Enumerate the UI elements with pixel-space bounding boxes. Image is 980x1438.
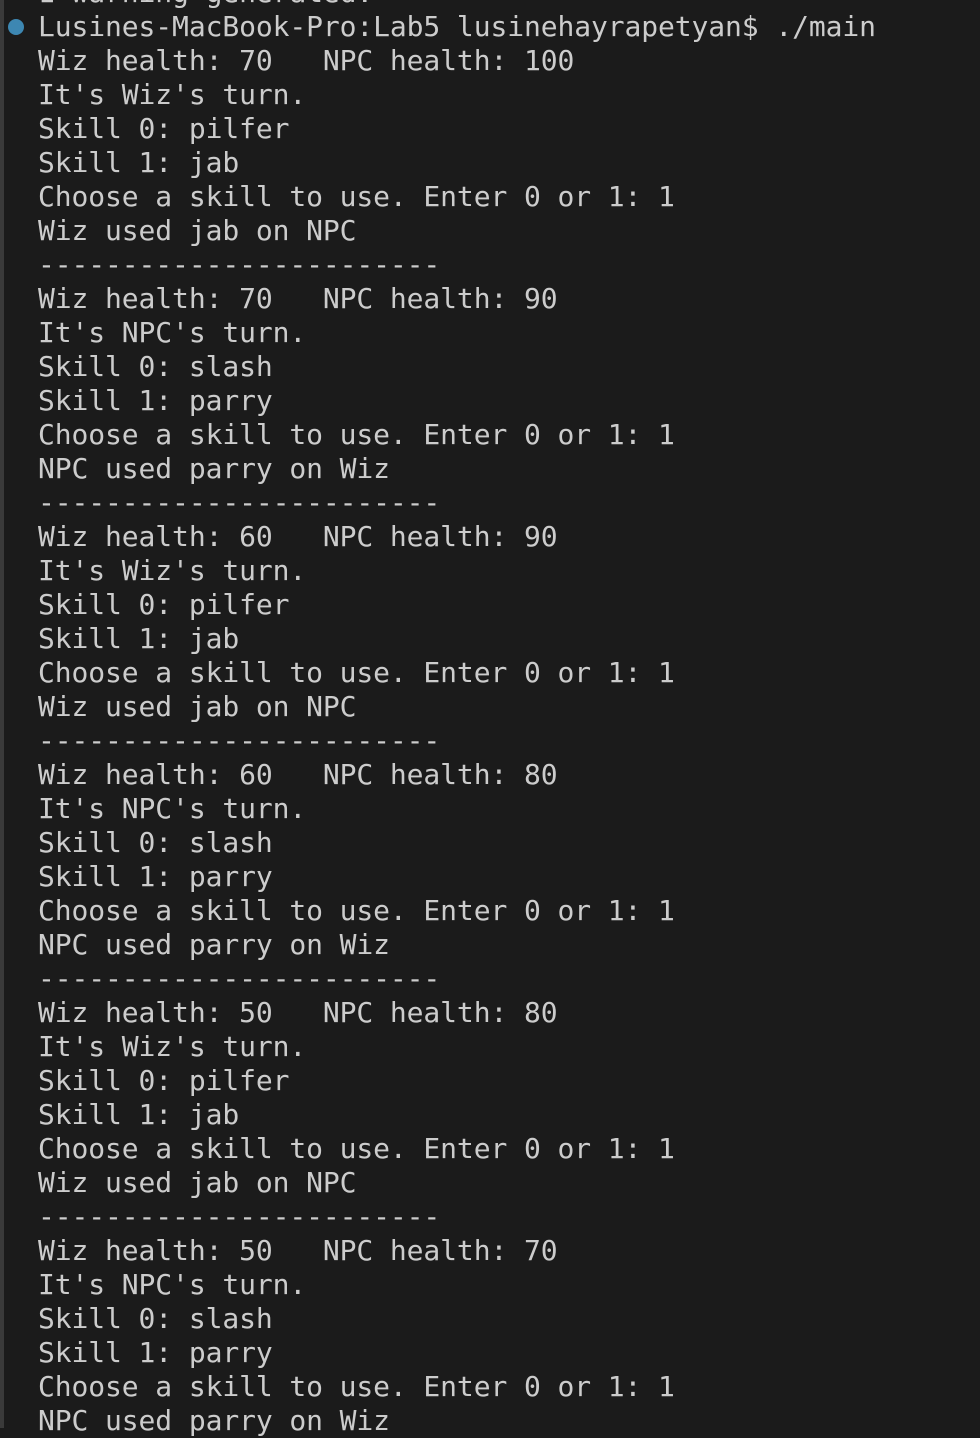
output-line: Wiz health: 70 NPC health: 100 xyxy=(38,44,876,78)
line-text: Wiz health: 70 NPC health: 100 xyxy=(38,44,575,77)
line-text: It's NPC's turn. xyxy=(38,316,307,349)
line-text: Wiz used jab on NPC xyxy=(38,214,357,247)
line-text: Skill 1: jab xyxy=(38,146,240,179)
output-line: Wiz health: 60 NPC health: 90 xyxy=(38,520,876,554)
output-line: Skill 1: jab xyxy=(38,146,876,180)
output-line: Choose a skill to use. Enter 0 or 1: 1 xyxy=(38,1132,876,1166)
line-text: Skill 1: jab xyxy=(38,1098,240,1131)
output-line: Choose a skill to use. Enter 0 or 1: 1 xyxy=(38,656,876,690)
line-text: Skill 1: parry xyxy=(38,384,273,417)
output-line: Wiz health: 60 NPC health: 80 xyxy=(38,758,876,792)
separator-line: ------------------------ xyxy=(38,724,876,758)
output-line: NPC used parry on Wiz xyxy=(38,928,876,962)
output-line: Wiz used jab on NPC xyxy=(38,214,876,248)
output-line: Choose a skill to use. Enter 0 or 1: 1 xyxy=(38,1370,876,1404)
line-text: Choose a skill to use. Enter 0 or 1: 1 xyxy=(38,1370,675,1403)
separator-line: ------------------------ xyxy=(38,486,876,520)
output-line: Choose a skill to use. Enter 0 or 1: 1 xyxy=(38,418,876,452)
output-line: Skill 0: slash xyxy=(38,826,876,860)
output-line: Skill 0: pilfer xyxy=(38,112,876,146)
line-text: ------------------------ xyxy=(38,724,441,757)
line-text: Skill 0: slash xyxy=(38,1302,273,1335)
line-text: Lusines-MacBook-Pro:Lab5 lusinehayrapety… xyxy=(38,10,876,43)
output-line: Skill 0: pilfer xyxy=(38,588,876,622)
line-text: Choose a skill to use. Enter 0 or 1: 1 xyxy=(38,656,675,689)
line-text: NPC used parry on Wiz xyxy=(38,928,390,961)
line-text: ------------------------ xyxy=(38,486,441,519)
line-text: It's Wiz's turn. xyxy=(38,78,307,111)
output-line: It's Wiz's turn. xyxy=(38,78,876,112)
line-text: Choose a skill to use. Enter 0 or 1: 1 xyxy=(38,894,675,927)
line-text: 1 warning generated. xyxy=(38,0,373,9)
line-text: Wiz health: 50 NPC health: 80 xyxy=(38,996,558,1029)
output-line: It's NPC's turn. xyxy=(38,316,876,350)
output-line: Wiz health: 50 NPC health: 80 xyxy=(38,996,876,1030)
line-text: ------------------------ xyxy=(38,1200,441,1233)
output-line: Wiz health: 70 NPC health: 90 xyxy=(38,282,876,316)
line-text: Skill 0: slash xyxy=(38,350,273,383)
output-line: Choose a skill to use. Enter 0 or 1: 1 xyxy=(38,894,876,928)
line-text: Choose a skill to use. Enter 0 or 1: 1 xyxy=(38,180,675,213)
output-line: Wiz used jab on NPC xyxy=(38,690,876,724)
output-line: Skill 0: pilfer xyxy=(38,1064,876,1098)
line-text: Choose a skill to use. Enter 0 or 1: 1 xyxy=(38,418,675,451)
line-text: Skill 0: slash xyxy=(38,826,273,859)
line-text: Skill 1: parry xyxy=(38,1336,273,1369)
command-status-dot-icon[interactable] xyxy=(8,19,24,35)
separator-line: ------------------------ xyxy=(38,962,876,996)
output-line: Skill 1: jab xyxy=(38,1098,876,1132)
line-text: Wiz health: 60 NPC health: 90 xyxy=(38,520,558,553)
output-line: It's NPC's turn. xyxy=(38,1268,876,1302)
output-line: It's Wiz's turn. xyxy=(38,554,876,588)
line-text: Skill 1: parry xyxy=(38,860,273,893)
line-text: It's Wiz's turn. xyxy=(38,1030,307,1063)
line-text: Wiz health: 60 NPC health: 80 xyxy=(38,758,558,791)
output-line: Wiz used jab on NPC xyxy=(38,1166,876,1200)
command-prompt-line: Lusines-MacBook-Pro:Lab5 lusinehayrapety… xyxy=(8,10,876,44)
output-line: It's Wiz's turn. xyxy=(38,1030,876,1064)
line-text: Skill 1: jab xyxy=(38,622,240,655)
output-line: NPC used parry on Wiz xyxy=(38,452,876,486)
terminal-output[interactable]: 1 warning generated.Lusines-MacBook-Pro:… xyxy=(8,0,876,1438)
line-text: Wiz health: 70 NPC health: 90 xyxy=(38,282,558,315)
line-text: Choose a skill to use. Enter 0 or 1: 1 xyxy=(38,1132,675,1165)
output-line: 1 warning generated. xyxy=(38,0,876,10)
line-text: Wiz health: 50 NPC health: 70 xyxy=(38,1234,558,1267)
line-text: Skill 0: pilfer xyxy=(38,1064,290,1097)
line-text: It's NPC's turn. xyxy=(38,792,307,825)
line-text: ------------------------ xyxy=(38,962,441,995)
output-line: Choose a skill to use. Enter 0 or 1: 1 xyxy=(38,180,876,214)
line-text: ------------------------ xyxy=(38,248,441,281)
output-line: Skill 1: parry xyxy=(38,384,876,418)
line-text: NPC used parry on Wiz xyxy=(38,452,390,485)
line-text: Wiz used jab on NPC xyxy=(38,690,357,723)
output-line: Skill 1: jab xyxy=(38,622,876,656)
output-line: Skill 1: parry xyxy=(38,1336,876,1370)
output-line: Skill 1: parry xyxy=(38,860,876,894)
line-text: It's Wiz's turn. xyxy=(38,554,307,587)
terminal-left-border xyxy=(0,0,4,1428)
output-line: Wiz health: 50 NPC health: 70 xyxy=(38,1234,876,1268)
output-line: It's NPC's turn. xyxy=(38,792,876,826)
line-text: Skill 0: pilfer xyxy=(38,112,290,145)
line-text: Skill 0: pilfer xyxy=(38,588,290,621)
line-text: It's NPC's turn. xyxy=(38,1268,307,1301)
separator-line: ------------------------ xyxy=(38,248,876,282)
line-text: Wiz used jab on NPC xyxy=(38,1166,357,1199)
output-line: Skill 0: slash xyxy=(38,350,876,384)
line-text: NPC used parry on Wiz xyxy=(38,1404,390,1437)
separator-line: ------------------------ xyxy=(38,1200,876,1234)
output-line: Skill 0: slash xyxy=(38,1302,876,1336)
output-line: NPC used parry on Wiz xyxy=(38,1404,876,1438)
